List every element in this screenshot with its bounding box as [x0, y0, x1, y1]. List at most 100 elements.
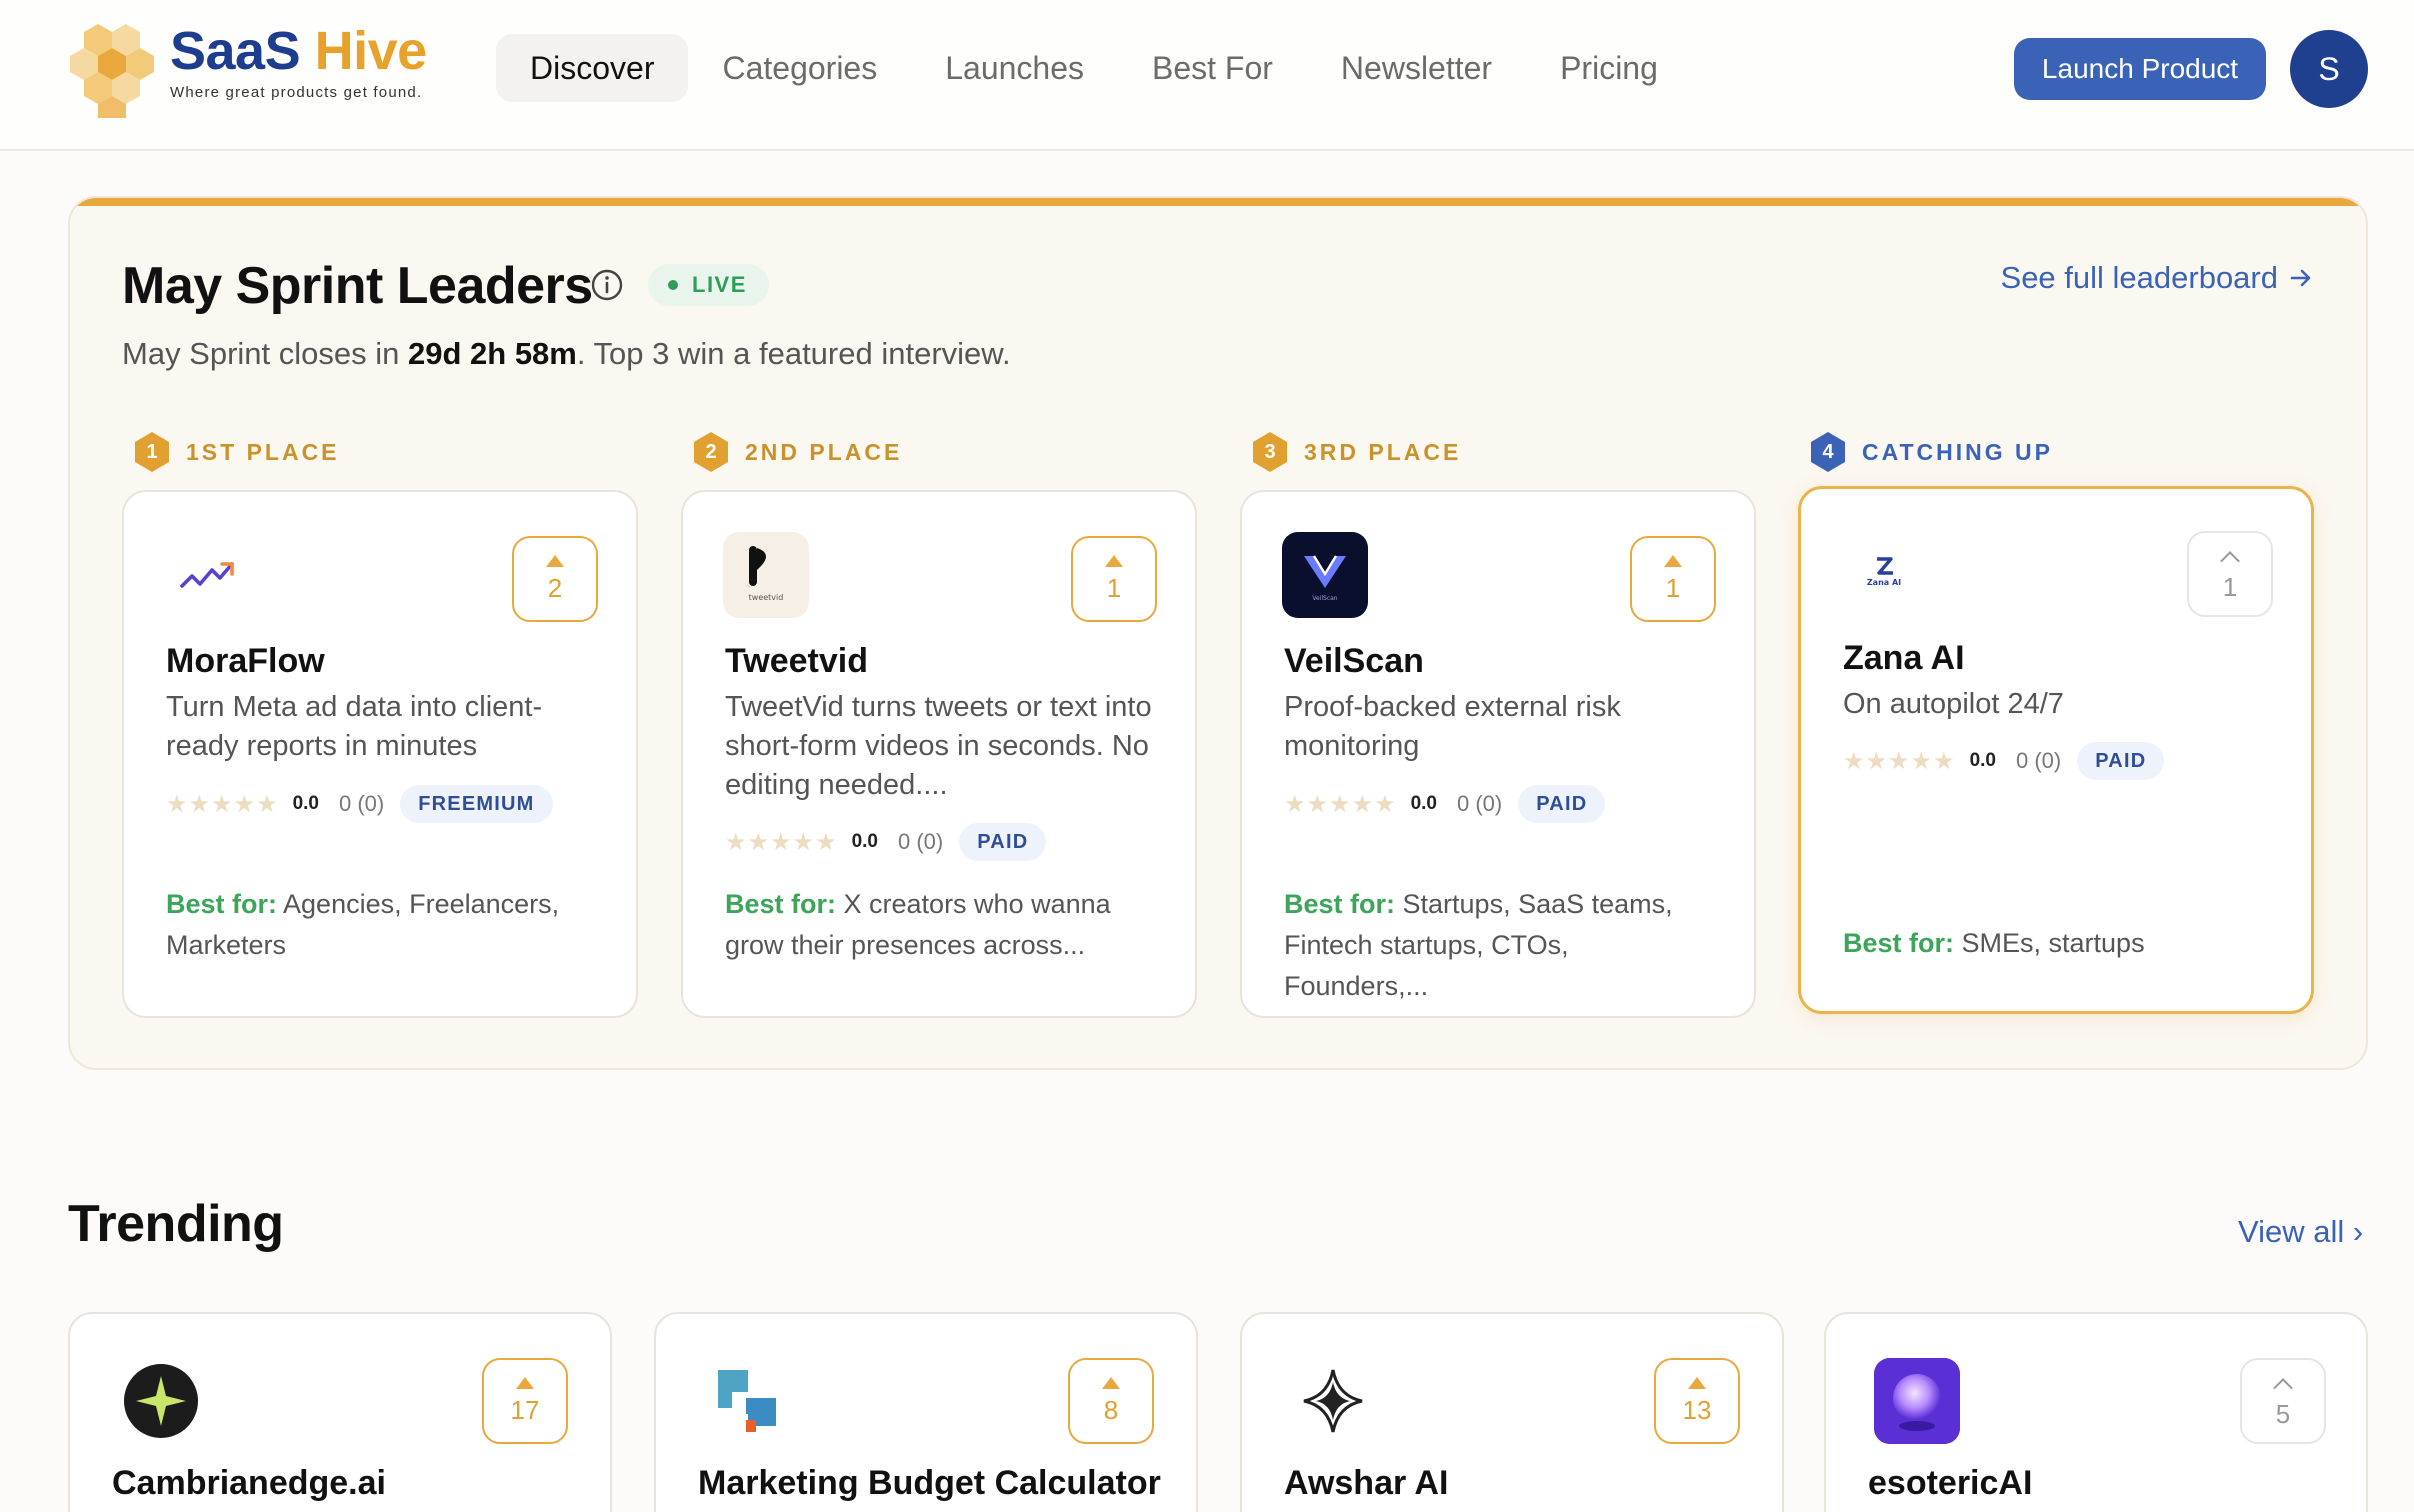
tweetvid-logo-text: tweetvid [749, 593, 784, 602]
pricing-badge: FREEMIUM [400, 785, 553, 823]
main-nav: Discover Categories Launches Best For Ne… [496, 34, 1692, 102]
best-for-text: Best for: X creators who wanna grow thei… [725, 889, 1111, 960]
nav-categories[interactable]: Categories [688, 34, 911, 102]
nav-launches[interactable]: Launches [911, 34, 1118, 102]
product-name: VeilScan [1284, 642, 1424, 680]
esotericai-logo [1874, 1358, 1960, 1444]
tweetvid-logo: tweetvid [723, 532, 809, 618]
upvote-triangle-icon [516, 1376, 534, 1389]
panel-accent-bar [70, 198, 2366, 206]
upvote-triangle-icon [1105, 554, 1123, 567]
best-for-text: Best for: Startups, SaaS teams, Fintech … [1284, 889, 1673, 1001]
place-label-1: 1 1ST PLACE [132, 430, 340, 474]
nav-newsletter[interactable]: Newsletter [1307, 34, 1526, 102]
user-avatar[interactable]: S [2290, 30, 2368, 108]
nav-pricing[interactable]: Pricing [1526, 34, 1692, 102]
leader-card-moraflow[interactable]: 2 MoraFlow Turn Meta ad data into client… [122, 490, 638, 1018]
pricing-badge: PAID [2077, 742, 2165, 780]
product-name: Zana AI [1843, 639, 1965, 677]
leader-card-veilscan[interactable]: VeilScan 1 VeilScan Proof-backed externa… [1240, 490, 1756, 1018]
veilscan-logo-text: VeilScan [1312, 595, 1337, 602]
live-dot-icon [668, 280, 678, 290]
chevron-up-icon [2273, 1377, 2293, 1398]
product-name: Cambrianedge.ai [112, 1464, 386, 1502]
star-rating-icon: ★★★★★ [725, 828, 838, 856]
zana-ai-logo-text: Zana AI [1867, 578, 1901, 587]
view-all-link[interactable]: View all › [2238, 1214, 2363, 1250]
upvote-triangle-icon [1664, 554, 1682, 567]
product-name: MoraFlow [166, 642, 325, 680]
info-icon[interactable] [590, 268, 624, 302]
sprint-subtitle: May Sprint closes in 29d 2h 58m. Top 3 w… [122, 336, 1011, 371]
product-name: esotericAI [1868, 1464, 2033, 1502]
rating-row: ★★★★★ 0.0 0 (0) PAID [1284, 784, 1606, 824]
upvote-button[interactable]: 8 [1068, 1358, 1154, 1444]
rank-hex-icon: 4 [1808, 430, 1848, 474]
rating-score: 0.0 [292, 793, 319, 814]
rank-hex-icon: 3 [1250, 430, 1290, 474]
upvote-triangle-icon [1102, 1376, 1120, 1389]
sprint-title: May Sprint Leaders [122, 257, 593, 315]
upvote-button[interactable]: 13 [1654, 1358, 1740, 1444]
rating-row: ★★★★★ 0.0 0 (0) PAID [725, 822, 1047, 862]
product-name: Awshar AI [1284, 1464, 1449, 1502]
trending-card-awshar-ai[interactable]: 13 Awshar AI [1240, 1312, 1784, 1512]
sprint-leaders-panel: May Sprint Leaders LIVE May Sprint close… [68, 196, 2368, 1070]
zana-ai-logo: Zana AI [1841, 529, 1927, 615]
upvote-button[interactable]: 1 [1071, 536, 1157, 622]
trending-card-marketing-budget-calculator[interactable]: 8 Marketing Budget Calculator [654, 1312, 1198, 1512]
product-name: Marketing Budget Calculator [698, 1464, 1161, 1502]
brand-logo[interactable]: SaaS Hive Where great products get found… [68, 18, 428, 118]
honeycomb-logo-icon [70, 24, 154, 118]
trending-card-cambrianedge[interactable]: 17 Cambrianedge.ai [68, 1312, 612, 1512]
nav-best-for[interactable]: Best For [1118, 34, 1307, 102]
launch-product-button[interactable]: Launch Product [2014, 38, 2266, 100]
marketing-budget-logo [704, 1358, 790, 1444]
rating-row: ★★★★★ 0.0 0 (0) PAID [1843, 741, 2165, 781]
top-header: SaaS Hive Where great products get found… [0, 0, 2414, 151]
trending-title: Trending [68, 1195, 284, 1253]
leader-card-tweetvid[interactable]: tweetvid 1 Tweetvid TweetVid turns tweet… [681, 490, 1197, 1018]
awshar-ai-logo [1290, 1358, 1376, 1444]
cambrianedge-logo [118, 1358, 204, 1444]
place-label-2: 2 2ND PLACE [691, 430, 902, 474]
pricing-badge: PAID [959, 823, 1047, 861]
arrow-right-icon [2290, 269, 2311, 287]
leader-card-zana-ai[interactable]: Zana AI 1 Zana AI On autopilot 24/7 ★★★★… [1798, 486, 2314, 1014]
pricing-badge: PAID [1518, 785, 1606, 823]
star-rating-icon: ★★★★★ [1284, 790, 1397, 818]
upvote-triangle-icon [546, 554, 564, 567]
rating-row: ★★★★★ 0.0 0 (0) FREEMIUM [166, 784, 553, 824]
review-count: 0 (0) [1457, 791, 1503, 816]
best-for-text: Best for: Agencies, Freelancers, Markete… [166, 889, 560, 960]
upvote-triangle-icon [1688, 1376, 1706, 1389]
see-full-leaderboard-link[interactable]: See full leaderboard [2001, 260, 2314, 296]
rank-hex-icon: 2 [691, 430, 731, 474]
live-badge: LIVE [648, 264, 769, 306]
best-for-text: Best for: SMEs, startups [1843, 928, 2145, 958]
nav-discover[interactable]: Discover [496, 34, 689, 102]
review-count: 0 (0) [2016, 748, 2062, 773]
place-label-4: 4 CATCHING UP [1808, 430, 2053, 474]
veilscan-logo: VeilScan [1282, 532, 1368, 618]
chevron-right-icon: › [2352, 1214, 2364, 1249]
brand-tagline: Where great products get found. [170, 84, 423, 101]
upvote-button[interactable]: 5 [2240, 1358, 2326, 1444]
upvote-button[interactable]: 1 [2187, 531, 2273, 617]
rank-hex-icon: 1 [132, 430, 172, 474]
star-rating-icon: ★★★★★ [1843, 747, 1956, 775]
review-count: 0 (0) [339, 791, 385, 816]
place-label-3: 3 3RD PLACE [1250, 430, 1461, 474]
product-description: Turn Meta ad data into client-ready repo… [166, 691, 543, 762]
chevron-up-icon [2220, 550, 2240, 571]
product-description: TweetVid turns tweets or text into short… [725, 691, 1152, 801]
brand-name: SaaS Hive [170, 21, 427, 81]
rating-score: 0.0 [1969, 750, 1996, 771]
product-name: Tweetvid [725, 642, 868, 680]
star-rating-icon: ★★★★★ [166, 790, 279, 818]
upvote-button[interactable]: 1 [1630, 536, 1716, 622]
trending-card-esotericai[interactable]: 5 esotericAI [1824, 1312, 2368, 1512]
upvote-button[interactable]: 17 [482, 1358, 568, 1444]
sprint-countdown: 29d 2h 58m [408, 336, 577, 371]
upvote-button[interactable]: 2 [512, 536, 598, 622]
